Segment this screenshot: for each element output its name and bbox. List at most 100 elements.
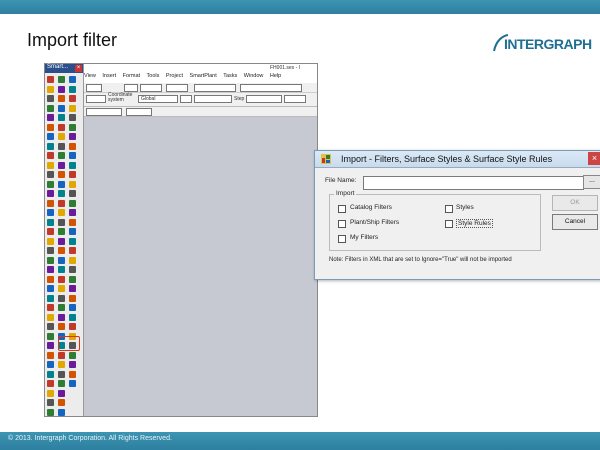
palette-tool-icon[interactable] xyxy=(58,114,65,121)
palette-tool-icon[interactable] xyxy=(58,209,65,216)
palette-tool-icon[interactable] xyxy=(47,95,54,102)
palette-tool-icon[interactable] xyxy=(58,247,65,254)
palette-tool-icon[interactable] xyxy=(47,342,54,349)
palette-tool-icon[interactable] xyxy=(69,180,76,188)
palette-tool-icon[interactable] xyxy=(47,161,54,169)
close-icon[interactable]: × xyxy=(588,152,600,165)
toolbar-button[interactable] xyxy=(124,84,138,92)
plant-ship-filters-checkbox[interactable] xyxy=(338,220,346,228)
style-rules-checkbox[interactable] xyxy=(445,220,453,228)
menu-insert[interactable]: Insert xyxy=(102,73,116,79)
palette-tool-icon[interactable] xyxy=(47,209,54,216)
palette-tool-icon[interactable] xyxy=(47,142,54,150)
palette-tool-icon[interactable] xyxy=(58,275,65,283)
toolbar-button[interactable] xyxy=(194,84,236,92)
ok-button[interactable]: OK xyxy=(552,195,598,211)
palette-tool-icon[interactable] xyxy=(58,228,65,235)
palette-tool-icon[interactable] xyxy=(47,285,54,292)
palette-tool-icon[interactable] xyxy=(47,399,54,406)
menu-tasks[interactable]: Tasks xyxy=(223,73,237,79)
catalog-filters-checkbox[interactable] xyxy=(338,205,346,213)
palette-tool-icon[interactable] xyxy=(47,389,54,397)
toolbar-button[interactable] xyxy=(284,95,306,103)
palette-tool-icon[interactable] xyxy=(58,266,65,273)
palette-tool-icon[interactable] xyxy=(69,123,76,131)
palette-tool-icon[interactable] xyxy=(69,247,76,254)
file-name-field[interactable] xyxy=(363,176,584,190)
menu-tools[interactable]: Tools xyxy=(147,73,160,79)
palette-tool-icon[interactable] xyxy=(47,180,54,188)
palette-tool-icon[interactable] xyxy=(58,304,65,311)
palette-tool-icon[interactable] xyxy=(47,237,54,245)
palette-tool-icon[interactable] xyxy=(58,123,65,131)
cancel-button[interactable]: Cancel xyxy=(552,214,598,230)
palette-tool-icon[interactable] xyxy=(47,76,54,83)
palette-tool-icon[interactable] xyxy=(47,266,54,273)
palette-tool-icon[interactable] xyxy=(47,351,54,359)
palette-tool-icon[interactable] xyxy=(47,323,54,330)
palette-tool-icon[interactable] xyxy=(69,114,76,121)
palette-tool-icon[interactable] xyxy=(69,218,76,226)
menu-project[interactable]: Project xyxy=(166,73,183,79)
palette-tool-icon[interactable] xyxy=(58,256,65,264)
palette-tool-icon[interactable] xyxy=(47,275,54,283)
palette-tool-icon[interactable] xyxy=(69,237,76,245)
palette-tool-icon[interactable] xyxy=(58,95,65,102)
filter-select[interactable] xyxy=(86,108,122,116)
palette-tool-icon[interactable] xyxy=(58,351,65,359)
menu-window[interactable]: Window xyxy=(244,73,264,79)
toolbar-button[interactable] xyxy=(166,84,188,92)
palette-tool-icon[interactable] xyxy=(69,104,76,112)
palette-tool-icon[interactable] xyxy=(58,161,65,169)
palette-tool-icon[interactable] xyxy=(58,152,65,159)
palette-tool-icon[interactable] xyxy=(58,361,65,368)
toolbar-button[interactable] xyxy=(240,84,302,92)
palette-tool-icon[interactable] xyxy=(69,133,76,140)
palette-tool-icon[interactable] xyxy=(58,180,65,188)
palette-tool-icon[interactable] xyxy=(58,85,65,93)
palette-tool-icon[interactable] xyxy=(47,304,54,311)
palette-tool-icon[interactable] xyxy=(69,285,76,292)
palette-tool-icon[interactable] xyxy=(58,142,65,150)
palette-tool-icon[interactable] xyxy=(58,171,65,178)
palette-tool-icon[interactable] xyxy=(47,85,54,93)
palette-tool-icon[interactable] xyxy=(69,380,76,387)
palette-tool-icon[interactable] xyxy=(58,399,65,406)
palette-tool-icon[interactable] xyxy=(47,133,54,140)
browse-button[interactable]: ... xyxy=(583,175,600,189)
palette-tool-icon[interactable] xyxy=(58,408,65,416)
close-icon[interactable]: × xyxy=(75,65,82,72)
palette-tool-icon[interactable] xyxy=(69,76,76,83)
palette-tool-icon[interactable] xyxy=(69,199,76,207)
palette-tool-icon[interactable] xyxy=(69,209,76,216)
palette-tool-icon[interactable] xyxy=(58,133,65,140)
toolbar-button[interactable] xyxy=(194,95,232,103)
palette-tool-icon[interactable] xyxy=(69,171,76,178)
palette-tool-icon[interactable] xyxy=(58,323,65,330)
palette-tool-icon[interactable] xyxy=(47,104,54,112)
palette-tool-icon[interactable] xyxy=(47,408,54,416)
styles-checkbox[interactable] xyxy=(445,205,453,213)
graphic-view[interactable] xyxy=(84,117,317,416)
palette-tool-icon[interactable] xyxy=(47,228,54,235)
toolbar-button[interactable] xyxy=(126,108,152,116)
coordinate-system-select[interactable]: Global xyxy=(138,95,178,103)
palette-tool-icon[interactable] xyxy=(47,370,54,378)
palette-tool-icon[interactable] xyxy=(47,294,54,302)
palette-tool-icon[interactable] xyxy=(69,361,76,368)
palette-tool-icon[interactable] xyxy=(69,161,76,169)
palette-tool-icon[interactable] xyxy=(58,389,65,397)
toolbar-button[interactable] xyxy=(140,84,162,92)
palette-tool-icon[interactable] xyxy=(69,351,76,359)
menu-format[interactable]: Format xyxy=(123,73,140,79)
palette-tool-icon[interactable] xyxy=(69,370,76,378)
palette-tool-icon[interactable] xyxy=(47,380,54,387)
palette-tool-icon[interactable] xyxy=(58,190,65,197)
palette-tool-icon[interactable] xyxy=(47,247,54,254)
palette-tool-icon[interactable] xyxy=(58,294,65,302)
menu-view[interactable]: View xyxy=(84,73,96,79)
palette-tool-icon[interactable] xyxy=(47,313,54,321)
select-tool[interactable] xyxy=(86,95,106,103)
palette-tool-icon[interactable] xyxy=(69,190,76,197)
combo-box[interactable] xyxy=(86,84,102,92)
